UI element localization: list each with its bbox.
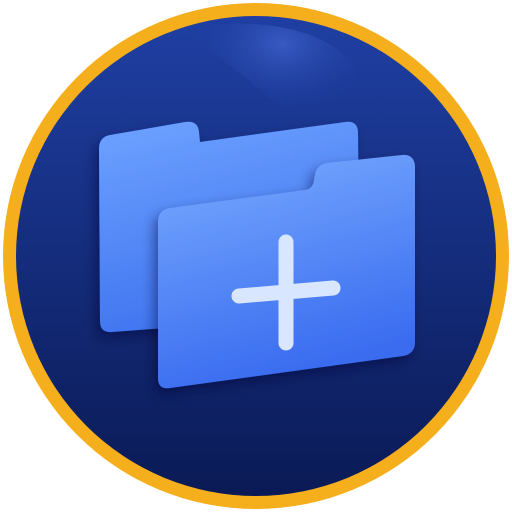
app-icon xyxy=(0,0,512,512)
add-folder-icon xyxy=(3,3,509,509)
